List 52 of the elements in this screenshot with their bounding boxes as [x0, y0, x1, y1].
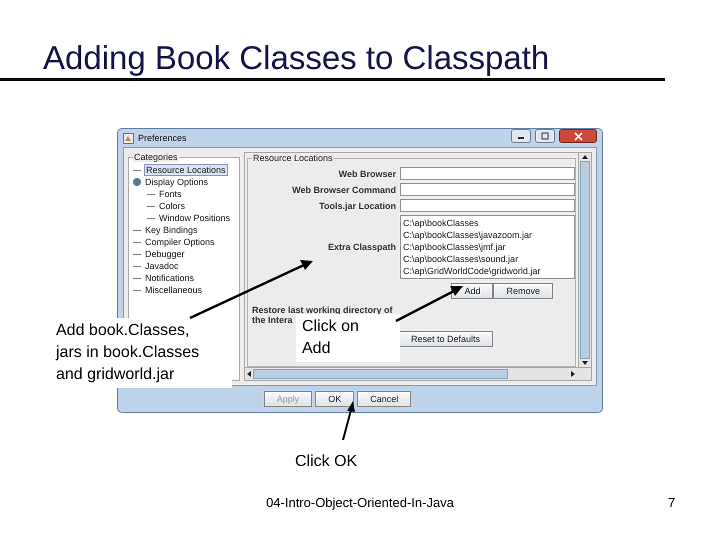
right-arrow-icon[interactable] [569, 369, 577, 379]
field-label: Tools.jar Location [318, 200, 396, 210]
category-item[interactable]: Javadoc [144, 261, 180, 271]
dialog-button[interactable]: OK [315, 391, 354, 407]
reset-button[interactable]: Reset to Defaults [398, 331, 494, 347]
callout-text: Click OK [294, 452, 358, 472]
slide-footer: 04-Intro-Object-Oriented-In-Java [266, 495, 454, 510]
input-field[interactable] [400, 183, 575, 196]
group-legend: Resource Locations [252, 153, 334, 163]
category-item[interactable]: Resource Locations [144, 164, 228, 176]
page-number: 7 [668, 495, 676, 510]
category-item[interactable]: Miscellaneous [144, 285, 204, 295]
slide-title: Adding Book Classes to Classpath [43, 38, 550, 78]
field-label: Extra Classpath [326, 242, 396, 252]
left-arrow-icon[interactable] [245, 369, 253, 379]
list-item[interactable]: C:\ap\bookClasses\jmf.jar [403, 241, 572, 253]
category-item[interactable]: Display Options [144, 177, 210, 187]
up-arrow-icon[interactable] [580, 153, 590, 161]
down-arrow-icon[interactable] [580, 359, 590, 367]
window-icon [123, 132, 134, 144]
window-title: Preferences [138, 133, 187, 143]
list-item[interactable]: C:\ap\bookClasses [403, 217, 572, 229]
list-item[interactable]: C:\ap\bookClasses\sound.jar [403, 253, 572, 265]
pointer-arrow [342, 401, 355, 440]
input-field[interactable] [400, 167, 575, 180]
input-field[interactable] [400, 199, 575, 212]
expanded-node-icon[interactable] [133, 178, 141, 186]
maximize-icon [541, 132, 549, 140]
option-label: the Intera [252, 315, 294, 325]
category-item[interactable]: Key Bindings [144, 225, 199, 235]
field-label: Web Browser [338, 168, 396, 178]
category-item[interactable]: Notifications [144, 273, 196, 283]
vertical-scrollbar[interactable] [578, 153, 591, 367]
category-item[interactable]: Debugger [144, 249, 186, 259]
list-button[interactable]: Remove [493, 283, 553, 299]
category-item[interactable]: Colors [158, 201, 186, 211]
horizontal-scrollbar[interactable] [245, 367, 591, 380]
option-label: Restore last working directory of [252, 305, 393, 315]
category-item[interactable]: Window Positions [158, 213, 232, 223]
list-item[interactable]: C:\ap\GridWorldCode\gridworld.jar [403, 265, 572, 277]
callout-text: Click on Add [296, 314, 400, 362]
field-label: Web Browser Command [291, 184, 396, 194]
dialog-button[interactable]: Cancel [357, 391, 412, 407]
pointer-arrow [395, 286, 463, 322]
list-item[interactable]: C:\ap\bookClasses\javazoom.jar [403, 229, 572, 241]
category-item[interactable]: Fonts [158, 189, 183, 199]
group-legend: Categories [133, 152, 179, 162]
category-item[interactable]: Compiler Options [144, 237, 216, 247]
minimize-button[interactable] [511, 129, 531, 143]
close-button[interactable] [559, 129, 597, 143]
maximize-button[interactable] [535, 129, 555, 143]
close-icon [574, 132, 582, 140]
